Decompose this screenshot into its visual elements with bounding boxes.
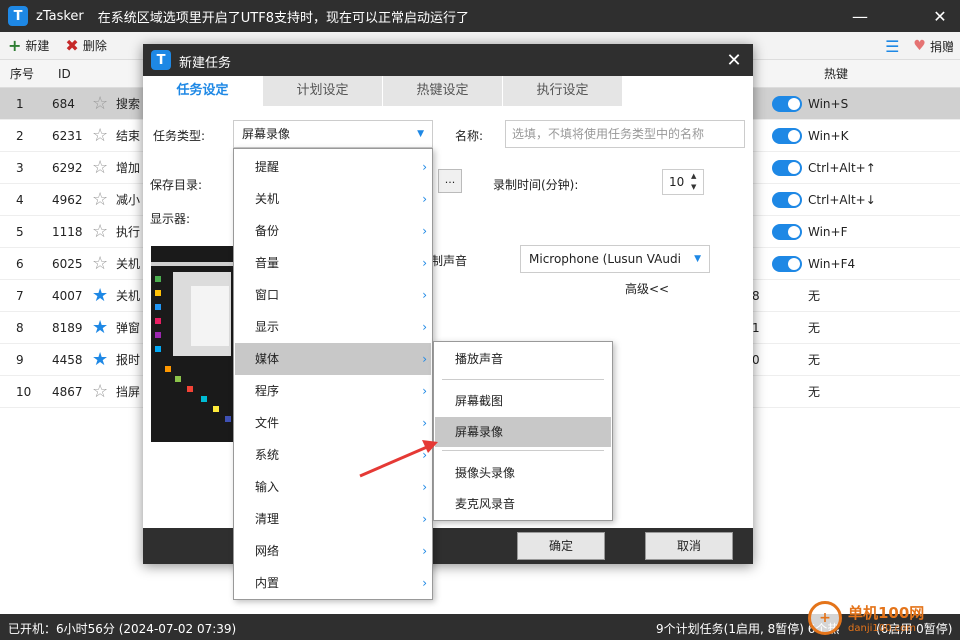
pointer-arrow-icon [359, 440, 438, 478]
